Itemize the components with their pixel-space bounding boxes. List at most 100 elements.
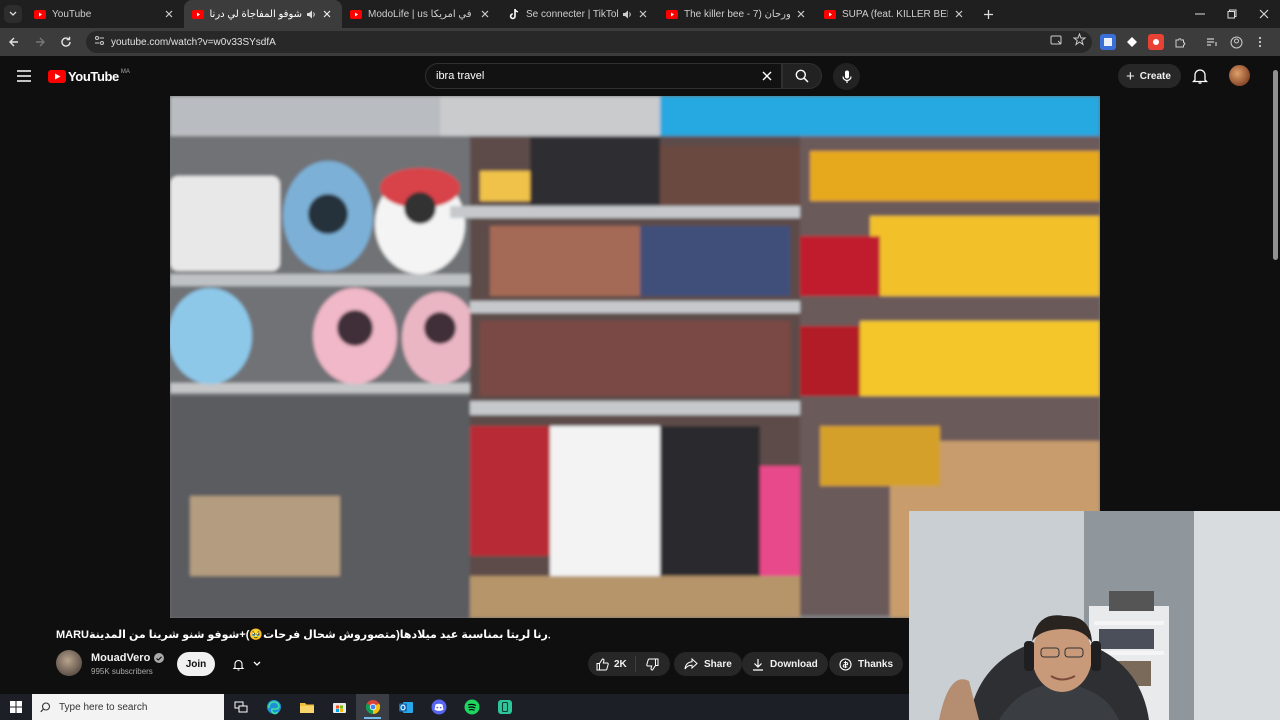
clear-search-icon[interactable]	[755, 64, 779, 88]
tab-title: ModoLife | us في امريكا 😹 DEP	[368, 8, 474, 20]
microphone-icon	[841, 70, 852, 83]
subscribed-notifications-button[interactable]	[222, 652, 270, 676]
browser-tab[interactable]: SUPA (feat. KILLER BEE) (Specia	[816, 0, 974, 28]
share-arrow-icon	[684, 658, 698, 670]
thumbs-down-icon	[645, 658, 658, 670]
tab-search-button[interactable]	[0, 0, 26, 28]
microsoft-store-icon[interactable]	[323, 694, 356, 720]
close-icon[interactable]	[794, 7, 808, 21]
start-button[interactable]	[0, 694, 32, 720]
join-button[interactable]: Join	[177, 652, 215, 676]
windows-logo-icon	[10, 701, 22, 713]
site-info-icon[interactable]	[94, 33, 105, 51]
file-explorer-icon[interactable]	[290, 694, 323, 720]
translate-extension-icon[interactable]	[1100, 34, 1116, 50]
verified-check-icon	[154, 653, 165, 663]
taskbar-search-placeholder: Type here to search	[59, 701, 148, 713]
subscriber-count: 995K subscribers	[91, 667, 153, 676]
youtube-logo[interactable]: YouTube MA	[48, 69, 130, 84]
search-button[interactable]	[782, 63, 822, 89]
media-controls-icon[interactable]	[1204, 34, 1220, 50]
plus-icon: +	[1126, 67, 1135, 85]
browser-tab[interactable]: YouTube	[26, 0, 184, 28]
youtube-favicon-icon	[666, 8, 678, 20]
like-dislike-group: 2K	[588, 652, 670, 676]
tab-title: شوفو المفاجأة لي درنا لريتا بـ	[210, 8, 302, 20]
thanks-button[interactable]: Thanks	[829, 652, 904, 676]
arrow-right-icon	[36, 37, 45, 47]
gem-extension-icon[interactable]	[1124, 34, 1140, 50]
minimize-button[interactable]	[1184, 0, 1216, 28]
spotify-icon[interactable]	[455, 694, 488, 720]
channel-avatar[interactable]	[56, 650, 82, 676]
new-tab-button[interactable]	[974, 0, 1002, 28]
channel-name-row[interactable]: MouadVero	[91, 652, 165, 664]
reload-icon	[61, 36, 71, 47]
close-icon[interactable]	[636, 7, 650, 21]
speaker-icon[interactable]	[622, 10, 632, 19]
task-view-icon[interactable]	[224, 694, 257, 720]
like-button[interactable]: 2K	[588, 656, 636, 672]
share-button[interactable]: Share	[674, 652, 742, 676]
thanks-label: Thanks	[858, 658, 894, 670]
search-icon	[40, 701, 51, 712]
search-query[interactable]: ibra travel	[436, 70, 755, 82]
dislike-button[interactable]	[636, 658, 668, 671]
bell-icon	[232, 659, 244, 670]
scrollbar-thumb[interactable]	[1273, 70, 1278, 260]
tab-title: The killer bee - ايت اورحان (7AD	[684, 8, 790, 20]
close-icon[interactable]	[952, 7, 966, 21]
hamburger-menu-icon[interactable]	[14, 68, 34, 84]
forward-button[interactable]	[28, 30, 52, 54]
taskbar-search-input[interactable]: Type here to search	[32, 694, 224, 720]
bookmark-star-icon[interactable]	[1072, 32, 1087, 51]
kebab-menu-icon[interactable]	[1252, 34, 1268, 50]
speaker-icon[interactable]	[306, 10, 316, 19]
download-icon	[753, 658, 763, 671]
youtube-wordmark: YouTube	[68, 69, 119, 84]
chrome-icon[interactable]	[356, 694, 389, 720]
super-thanks-icon	[839, 657, 852, 671]
browser-tab[interactable]: ModoLife | us في امريكا 😹 DEP	[342, 0, 500, 28]
back-button[interactable]	[2, 30, 26, 54]
edge-icon[interactable]	[257, 694, 290, 720]
close-window-button[interactable]	[1248, 0, 1280, 28]
reload-button[interactable]	[54, 30, 78, 54]
search-input[interactable]: ibra travel	[425, 63, 782, 89]
url-text: youtube.com/watch?v=w0v33SYsdfA	[111, 36, 276, 48]
create-button[interactable]: + Create	[1118, 64, 1181, 88]
notifications-bell-icon[interactable]	[1191, 67, 1209, 85]
webcam-feed-image	[909, 511, 1280, 720]
discord-icon[interactable]	[422, 694, 455, 720]
address-bar[interactable]: youtube.com/watch?v=w0v33SYsdfA	[86, 31, 1092, 53]
phone-link-icon[interactable]	[488, 694, 521, 720]
browser-tab[interactable]: Se connecter | TikTok	[500, 0, 658, 28]
tab-title: SUPA (feat. KILLER BEE) (Specia	[842, 8, 948, 20]
country-code: MA	[120, 68, 130, 75]
red-extension-icon[interactable]	[1148, 34, 1164, 50]
like-count: 2K	[614, 658, 627, 670]
browser-tab[interactable]: The killer bee - ايت اورحان (7AD	[658, 0, 816, 28]
profile-icon[interactable]	[1228, 34, 1244, 50]
youtube-play-logo-icon	[48, 70, 66, 83]
outlook-icon[interactable]	[389, 694, 422, 720]
close-icon[interactable]	[478, 7, 492, 21]
close-icon[interactable]	[320, 7, 334, 21]
join-label: Join	[185, 658, 207, 670]
plus-icon	[983, 9, 993, 19]
create-label: Create	[1139, 70, 1171, 82]
close-icon[interactable]	[162, 7, 176, 21]
puzzle-extensions-icon[interactable]	[1172, 34, 1188, 50]
browser-tab-active[interactable]: شوفو المفاجأة لي درنا لريتا بـ	[184, 0, 342, 28]
voice-search-button[interactable]	[833, 63, 860, 90]
download-button[interactable]: Download	[742, 652, 828, 676]
youtube-favicon-icon	[350, 8, 362, 20]
page-scrollbar[interactable]	[1270, 56, 1280, 511]
cast-icon[interactable]	[1050, 33, 1063, 51]
windows-taskbar: Type here to search	[0, 694, 909, 720]
arrow-left-icon	[9, 37, 18, 47]
channel-name[interactable]: MouadVero	[91, 652, 150, 664]
screen: YouTube شوفو المفاجأة لي درنا لريتا بـ M…	[0, 0, 1280, 720]
account-avatar[interactable]	[1229, 65, 1250, 86]
restore-button[interactable]	[1216, 0, 1248, 28]
